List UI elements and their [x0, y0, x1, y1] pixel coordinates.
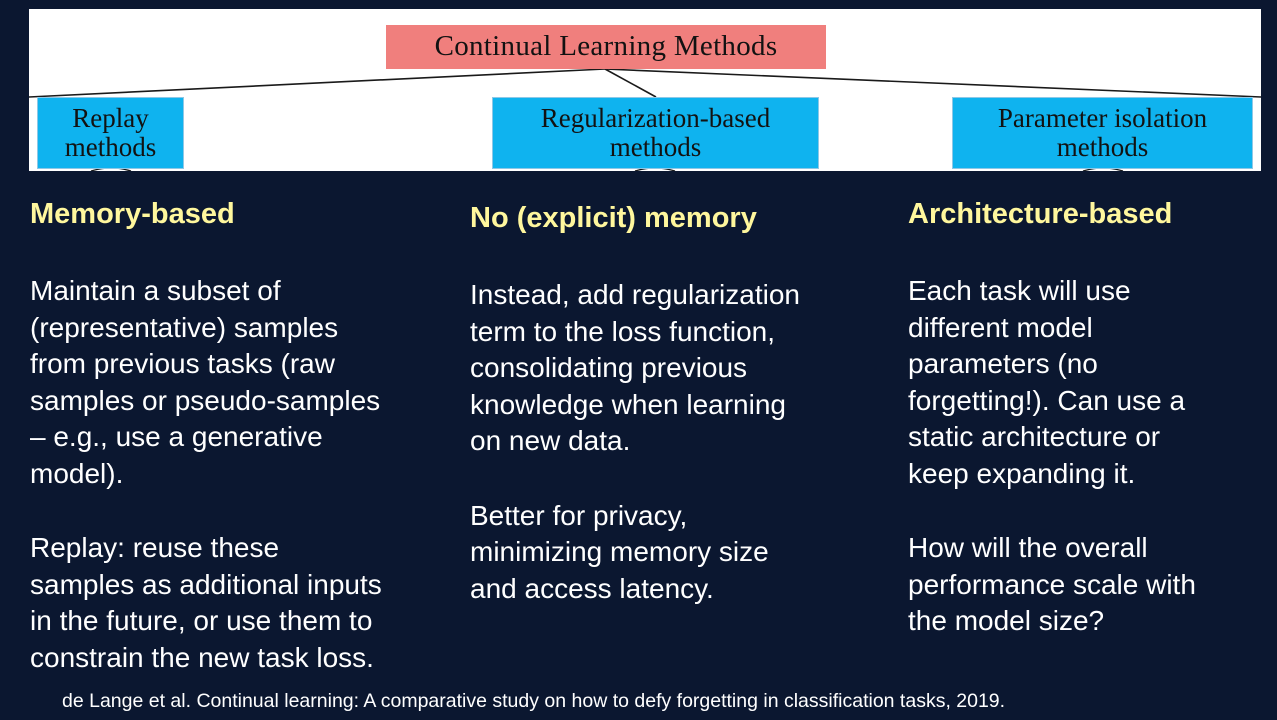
connector-replay [29, 68, 606, 98]
column-paragraph: Maintain a subset of (representative) sa… [30, 275, 381, 489]
column-architecture-based: Architecture-based Each task will use di… [908, 195, 1268, 678]
category-label-line2: methods [1056, 132, 1149, 162]
column-paragraph: How will the overall performance scale w… [908, 532, 1196, 636]
category-node-replay: Replay methods [37, 97, 184, 169]
category-label-line1: Regularization-based [540, 102, 771, 133]
category-label-line1: Replay [72, 102, 149, 133]
column-paragraph: Replay: reuse these samples as additiona… [30, 532, 382, 673]
column-memory-based: Memory-based Maintain a subset of (repre… [30, 195, 430, 714]
category-label-line2: methods [609, 132, 702, 162]
citation: de Lange et al. Continual learning: A co… [62, 690, 1006, 712]
taxonomy-diagram: Continual Learning Methods Replay method… [29, 9, 1261, 171]
column-paragraph: Better for privacy, minimizing memory si… [470, 499, 769, 604]
column-no-explicit-memory: No (explicit) memory Instead, add regula… [470, 199, 875, 645]
root-node-label: Continual Learning Methods [434, 30, 778, 63]
category-node-regularization: Regularization-based methods [492, 97, 819, 169]
category-label-line2: methods [64, 132, 157, 162]
connector-parameter-isolation [604, 68, 1261, 98]
column-heading: Architecture-based [908, 198, 1173, 230]
column-paragraph: Each task will use different model param… [908, 275, 1186, 489]
category-label-line1: Parameter isolation [997, 102, 1208, 133]
column-paragraph: Instead, add regularization term to the … [470, 279, 800, 456]
connector-regularization [604, 68, 657, 98]
column-heading: No (explicit) memory [470, 202, 757, 234]
root-node: Continual Learning Methods [386, 25, 826, 69]
category-node-parameter-isolation: Parameter isolation methods [952, 97, 1253, 169]
column-heading: Memory-based [30, 198, 235, 230]
